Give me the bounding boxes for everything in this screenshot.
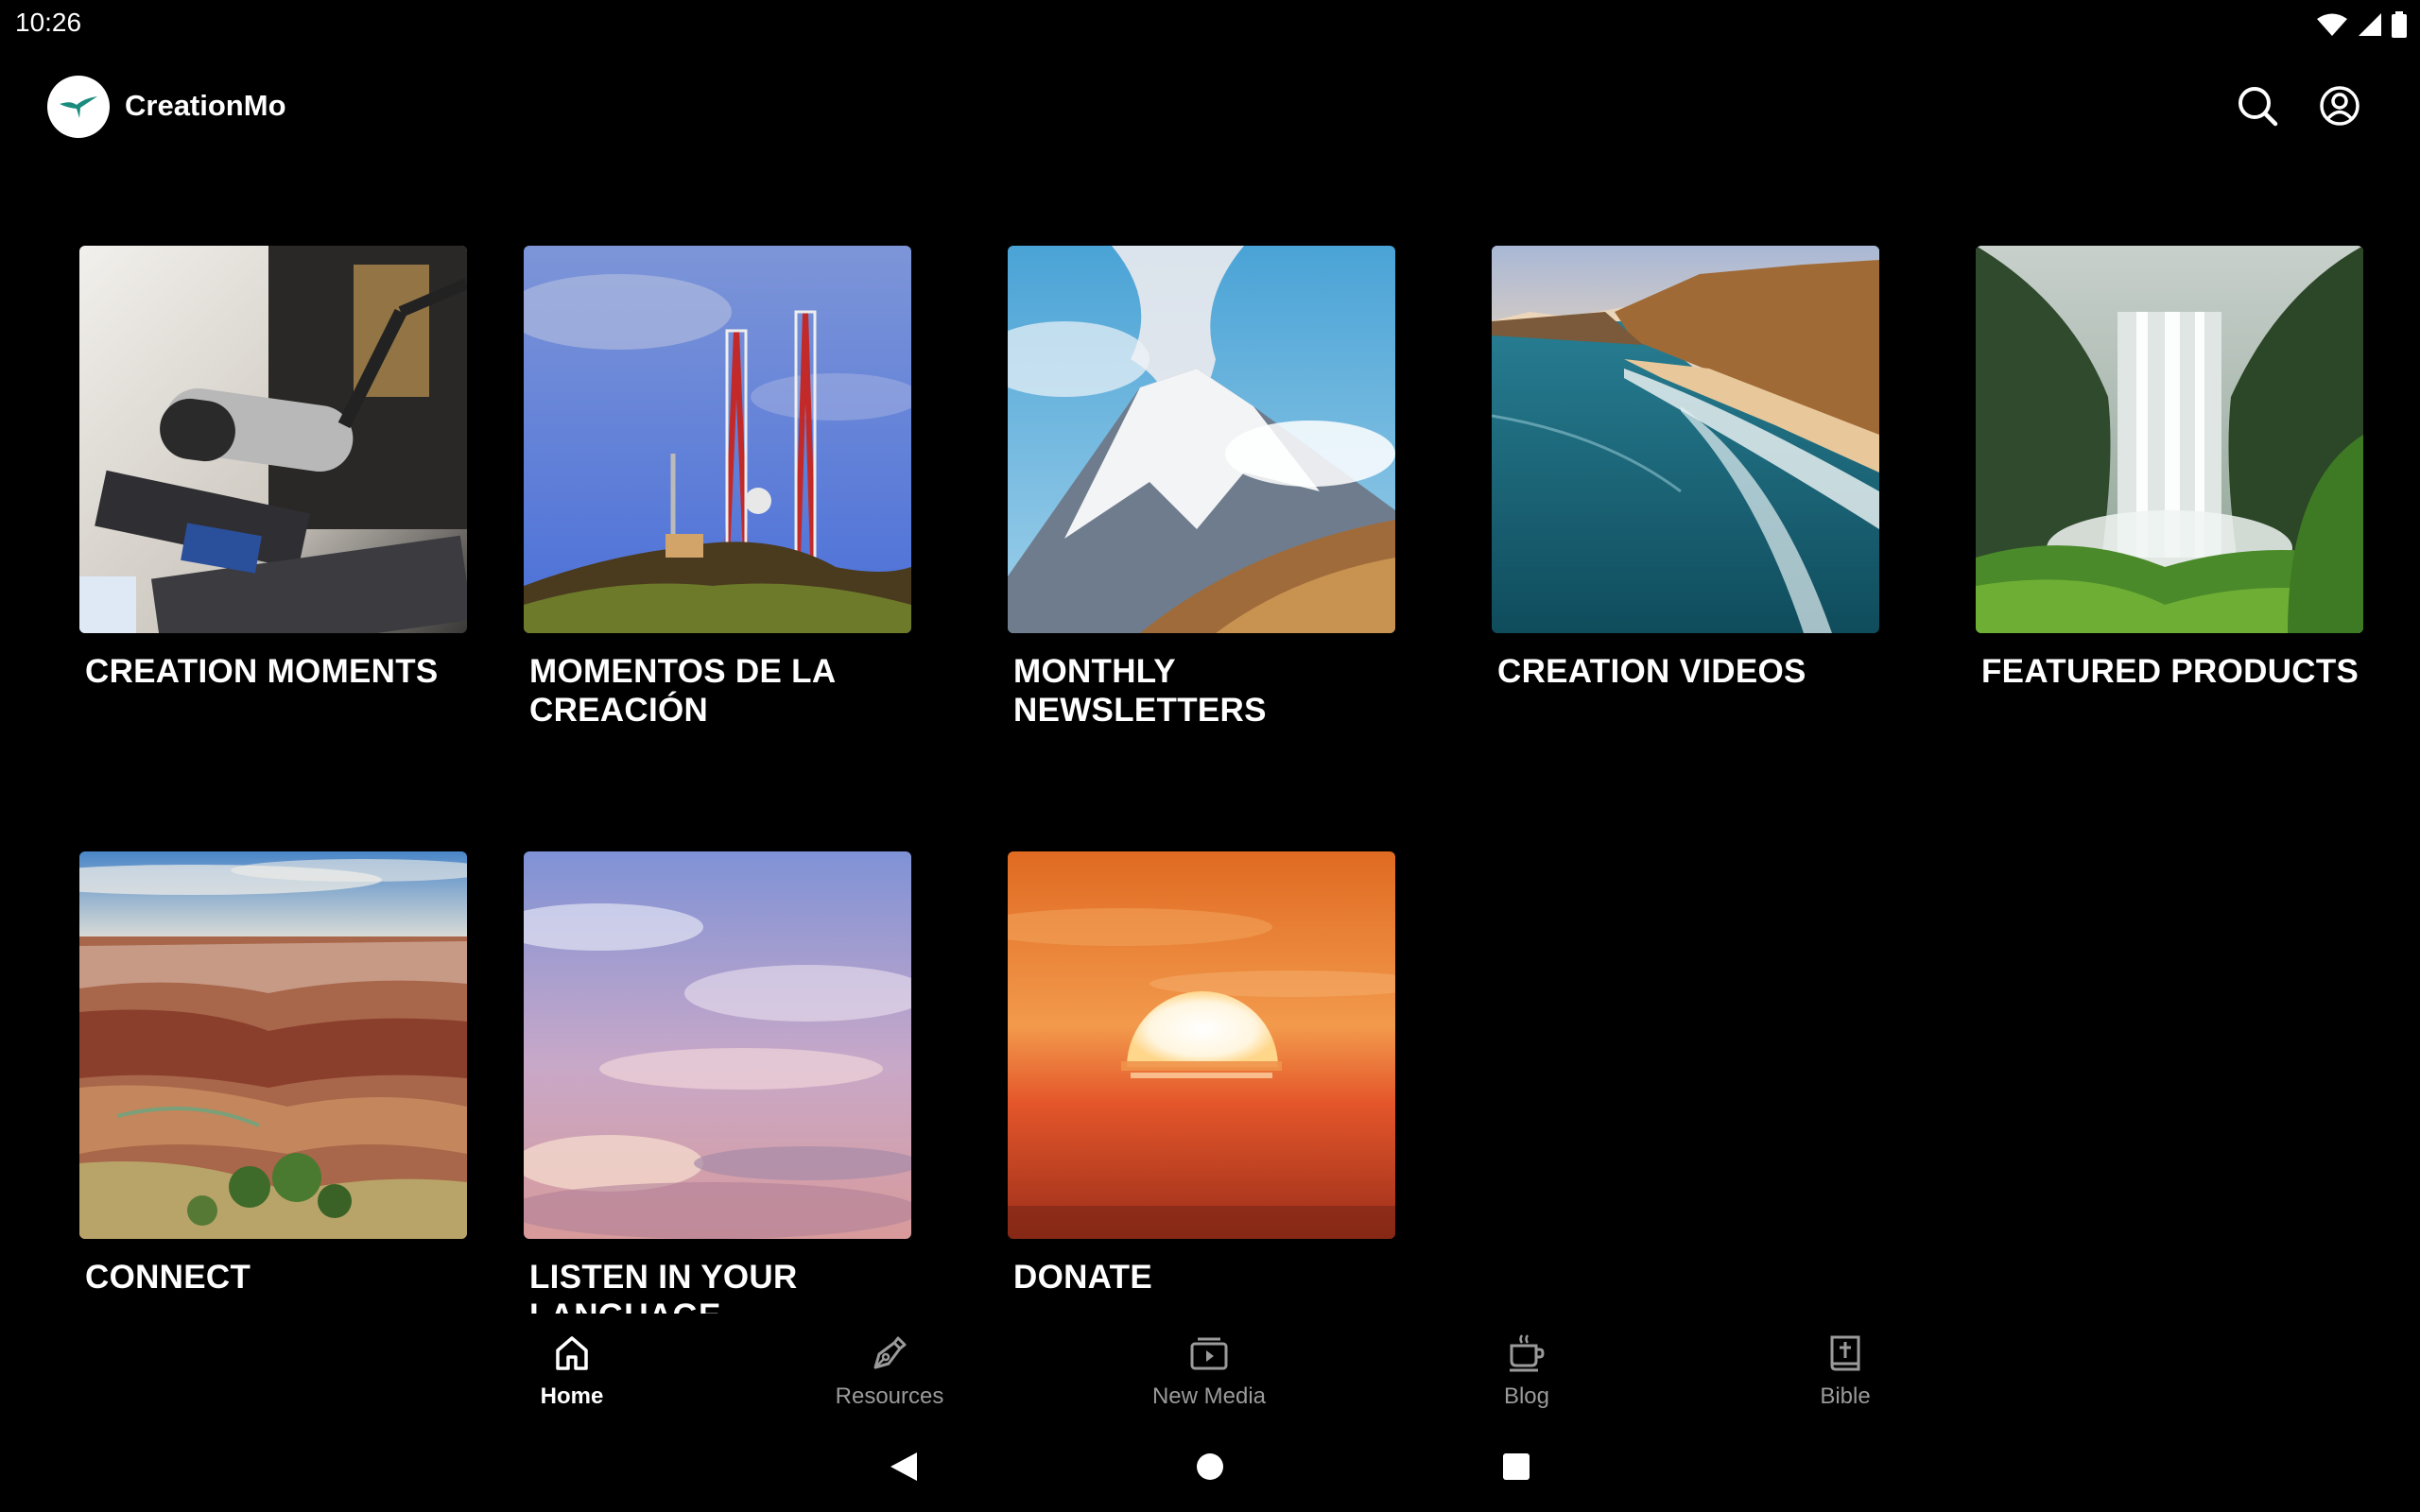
home-circle-icon (1197, 1453, 1223, 1480)
app-screen: 10:26 CreationMo CREATION MOMENTS MOMENT… (0, 0, 2420, 1512)
waterfall-image (1976, 246, 2363, 633)
back-icon (890, 1452, 917, 1481)
nav-item-blog[interactable]: Blog (1432, 1331, 1621, 1410)
tile-label: CONNECT (85, 1259, 251, 1296)
bible-icon (1830, 1335, 1860, 1371)
tile-creation-moments[interactable]: CREATION MOMENTS (79, 246, 467, 691)
tile-label: MONTHLY NEWSLETTERS (1013, 653, 1267, 729)
tile-donate[interactable]: DONATE (1008, 851, 1395, 1297)
recents-button[interactable] (1495, 1446, 1537, 1487)
tile-connect[interactable]: CONNECT (79, 851, 467, 1297)
battery-icon (2392, 11, 2407, 38)
ocean-coastline-image (1492, 246, 1879, 633)
app-bar: CreationMo (0, 66, 2420, 146)
nav-item-bible[interactable]: Bible (1751, 1331, 1940, 1410)
grand-canyon-image (79, 851, 467, 1239)
coffee-cup-icon (1510, 1334, 1545, 1372)
nav-label-resources: Resources (835, 1383, 944, 1409)
account-icon (2320, 86, 2360, 126)
radio-towers-image (524, 246, 911, 633)
tile-label: CREATION VIDEOS (1497, 653, 1806, 690)
media-icon (1190, 1337, 1228, 1370)
tile-listen-in-your-language[interactable]: LISTEN IN YOUR LANGUAGE (524, 851, 911, 1335)
recents-icon (1503, 1453, 1530, 1480)
nav-item-resources[interactable]: Resources (795, 1331, 984, 1410)
status-bar: 10:26 (0, 0, 2420, 47)
tile-creation-videos[interactable]: CREATION VIDEOS (1492, 246, 1879, 691)
nav-label-new-media: New Media (1151, 1383, 1267, 1409)
signal-icon (2359, 13, 2381, 36)
nav-item-home[interactable]: Home (477, 1331, 666, 1410)
tile-featured-products[interactable]: FEATURED PRODUCTS (1976, 246, 2363, 691)
status-icons (2316, 11, 2407, 38)
nav-item-new-media[interactable]: New Media (1115, 1331, 1304, 1410)
pastel-sky-image (524, 851, 911, 1239)
status-time: 10:26 (15, 8, 82, 37)
wifi-icon (2317, 13, 2347, 36)
tile-label: DONATE (1013, 1259, 1152, 1296)
app-title: CreationMo (125, 89, 286, 122)
tile-monthly-newsletters[interactable]: MONTHLY NEWSLETTERS (1008, 246, 1395, 730)
home-button[interactable] (1189, 1446, 1231, 1487)
search-icon (2238, 87, 2278, 127)
bottom-nav: Home Resources New Media Blog Bible (0, 1314, 2420, 1418)
nav-label-bible: Bible (1820, 1383, 1871, 1409)
pen-icon (873, 1336, 907, 1369)
system-nav-bar (0, 1418, 2420, 1512)
nav-label-home: Home (540, 1383, 604, 1409)
tile-label: MOMENTOS DE LA CREACIÓN (529, 653, 836, 729)
bird-logo-icon[interactable] (47, 76, 110, 138)
search-button[interactable] (2231, 79, 2284, 132)
tile-label: CREATION MOMENTS (85, 653, 439, 690)
back-button[interactable] (883, 1446, 925, 1487)
tile-label: FEATURED PRODUCTS (1981, 653, 2360, 690)
radio-studio-image (79, 246, 467, 633)
snowy-mountain-image (1008, 246, 1395, 633)
orange-sunset-image (1008, 851, 1395, 1239)
tile-momentos-de-la-creacion[interactable]: MOMENTOS DE LA CREACIÓN (524, 246, 911, 730)
home-icon (556, 1336, 588, 1370)
account-button[interactable] (2313, 79, 2366, 132)
nav-label-blog: Blog (1503, 1383, 1550, 1409)
